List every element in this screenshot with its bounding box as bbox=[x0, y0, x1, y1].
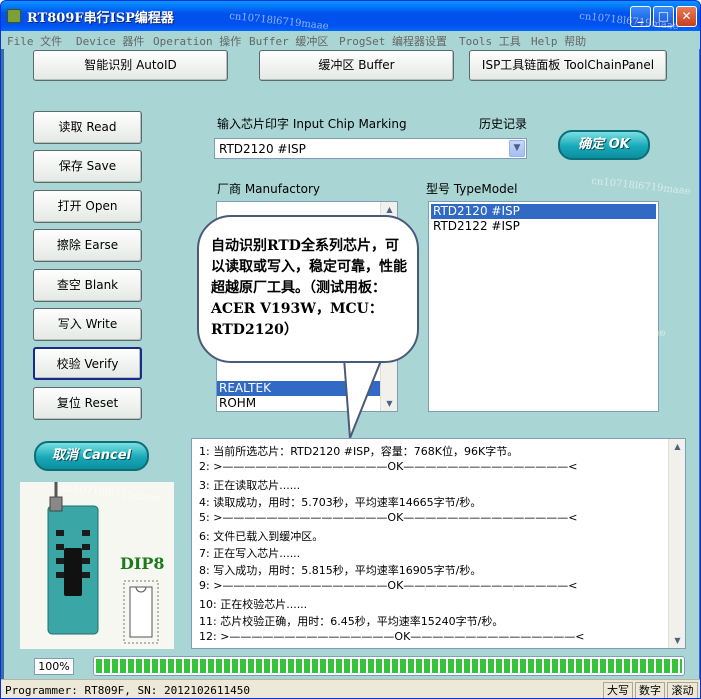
history-label: 历史记录 bbox=[479, 117, 528, 131]
chip-marking-combo[interactable]: RTD2120 #ISP ▼ bbox=[214, 138, 527, 159]
menu-device[interactable]: Device 器件 bbox=[76, 33, 144, 49]
autoid-button[interactable]: 智能识别 AutoID bbox=[33, 50, 228, 81]
num-indicator: 数字 bbox=[635, 682, 665, 698]
log-line: 2: >———————————————OK———————————————< bbox=[199, 460, 578, 473]
menu-buffer[interactable]: Buffer 缓冲区 bbox=[249, 33, 328, 49]
log-line: 12: >———————————————OK———————————————< bbox=[199, 630, 585, 643]
dip8-label: DIP8 bbox=[120, 554, 165, 573]
menu-help[interactable]: Help 帮助 bbox=[531, 33, 586, 49]
main-window: RT809F串行ISP编程器 _ □ ✕ File 文件 Device 器件 O… bbox=[0, 0, 701, 699]
dip8-socket-image: DIP8 bbox=[20, 482, 174, 649]
blank-button[interactable]: 查空 Blank bbox=[33, 269, 142, 302]
chip-marking-label: 输入芯片印字 Input Chip Marking bbox=[217, 117, 407, 131]
scroll-indicator: 滚动 bbox=[667, 682, 698, 698]
scroll-down-icon[interactable]: ▼ bbox=[670, 633, 685, 648]
log-line: 3: 正在读取芯片...... bbox=[199, 479, 301, 492]
progress-bar bbox=[93, 656, 685, 676]
title-bar[interactable]: RT809F串行ISP编程器 _ □ ✕ bbox=[1, 1, 700, 31]
open-button[interactable]: 打开 Open bbox=[33, 190, 142, 223]
log-line: 4: 读取成功，用时：5.703秒，平均速率14665字节/秒。 bbox=[199, 496, 482, 509]
status-bar: Programmer: RT809F, SN: 2012102611450 大写… bbox=[1, 679, 700, 698]
menu-bar: File 文件 Device 器件 Operation 操作 Buffer 缓冲… bbox=[1, 31, 700, 49]
chevron-down-icon[interactable]: ▼ bbox=[509, 140, 525, 157]
callout-bubble: 自动识别RTD全系列芯片，可以读取或写入，稳定可靠，性能超越原厂工具。（测试用板… bbox=[197, 215, 419, 363]
erase-button[interactable]: 擦除 Earse bbox=[33, 229, 142, 262]
callout-text: 自动识别RTD全系列芯片，可以读取或写入，稳定可靠，性能超越原厂工具。（测试用板… bbox=[211, 238, 407, 338]
client-area: 智能识别 AutoID 缓冲区 Buffer ISP工具链面板 ToolChai… bbox=[4, 49, 699, 679]
type-model-item-rtd2120[interactable]: RTD2120 #ISP bbox=[431, 204, 656, 219]
operation-log[interactable]: 1: 当前所选芯片：RTD2120 #ISP，容量：768K位，96K字节。 2… bbox=[191, 438, 686, 649]
log-line: 11: 芯片校验正确，用时：6.45秒，平均速率15240字节/秒。 bbox=[199, 615, 504, 628]
log-line: 5: >———————————————OK———————————————< bbox=[199, 511, 578, 524]
log-line: 9: >———————————————OK———————————————< bbox=[199, 579, 578, 592]
cancel-button[interactable]: 取消 Cancel bbox=[34, 441, 149, 471]
menu-operation[interactable]: Operation 操作 bbox=[153, 33, 241, 49]
chip-marking-value: RTD2120 #ISP bbox=[219, 142, 306, 156]
log-line: 1: 当前所选芯片：RTD2120 #ISP，容量：768K位，96K字节。 bbox=[199, 445, 519, 458]
caps-indicator: 大写 bbox=[603, 682, 633, 698]
buffer-button[interactable]: 缓冲区 Buffer bbox=[259, 50, 454, 81]
toolchain-panel-button[interactable]: ISP工具链面板 ToolChainPanel bbox=[469, 50, 667, 81]
progress-fill bbox=[96, 659, 682, 673]
log-line: 7: 正在写入芯片...... bbox=[199, 547, 301, 560]
menu-tools[interactable]: Tools 工具 bbox=[459, 33, 521, 49]
scroll-up-icon[interactable]: ▲ bbox=[670, 439, 685, 454]
type-model-item-rtd2122[interactable]: RTD2122 #ISP bbox=[431, 219, 656, 234]
log-line: 6: 文件已载入到缓冲区。 bbox=[199, 530, 324, 543]
verify-button[interactable]: 校验 Verify bbox=[33, 347, 142, 380]
close-button[interactable]: ✕ bbox=[676, 6, 697, 27]
log-line: 8: 写入成功，用时：5.815秒，平均速率16905字节/秒。 bbox=[199, 564, 482, 577]
callout-pointer bbox=[342, 358, 384, 439]
log-scrollbar[interactable]: ▲ ▼ bbox=[668, 439, 685, 648]
log-line: 10: 正在校验芯片...... bbox=[199, 598, 308, 611]
ok-button[interactable]: 确定 OK bbox=[558, 130, 650, 160]
type-model-label: 型号 TypeModel bbox=[426, 182, 518, 196]
progress-percent: 100% bbox=[34, 658, 74, 675]
menu-file[interactable]: File 文件 bbox=[7, 33, 62, 49]
save-button[interactable]: 保存 Save bbox=[33, 150, 142, 183]
window-title: RT809F串行ISP编程器 bbox=[27, 11, 174, 26]
app-icon bbox=[7, 9, 21, 23]
minimize-button[interactable]: _ bbox=[630, 6, 651, 27]
manufactory-label: 厂商 Manufactory bbox=[217, 182, 320, 196]
reset-button[interactable]: 复位 Reset bbox=[33, 387, 142, 420]
menu-progset[interactable]: ProgSet 编程器设置 bbox=[339, 33, 447, 49]
type-model-list[interactable]: RTD2120 #ISP RTD2122 #ISP bbox=[428, 201, 659, 412]
programmer-status: Programmer: RT809F, SN: 2012102611450 bbox=[5, 684, 251, 697]
read-button[interactable]: 读取 Read bbox=[33, 111, 142, 144]
write-button[interactable]: 写入 Write bbox=[33, 308, 142, 341]
maximize-button[interactable]: □ bbox=[653, 6, 674, 27]
